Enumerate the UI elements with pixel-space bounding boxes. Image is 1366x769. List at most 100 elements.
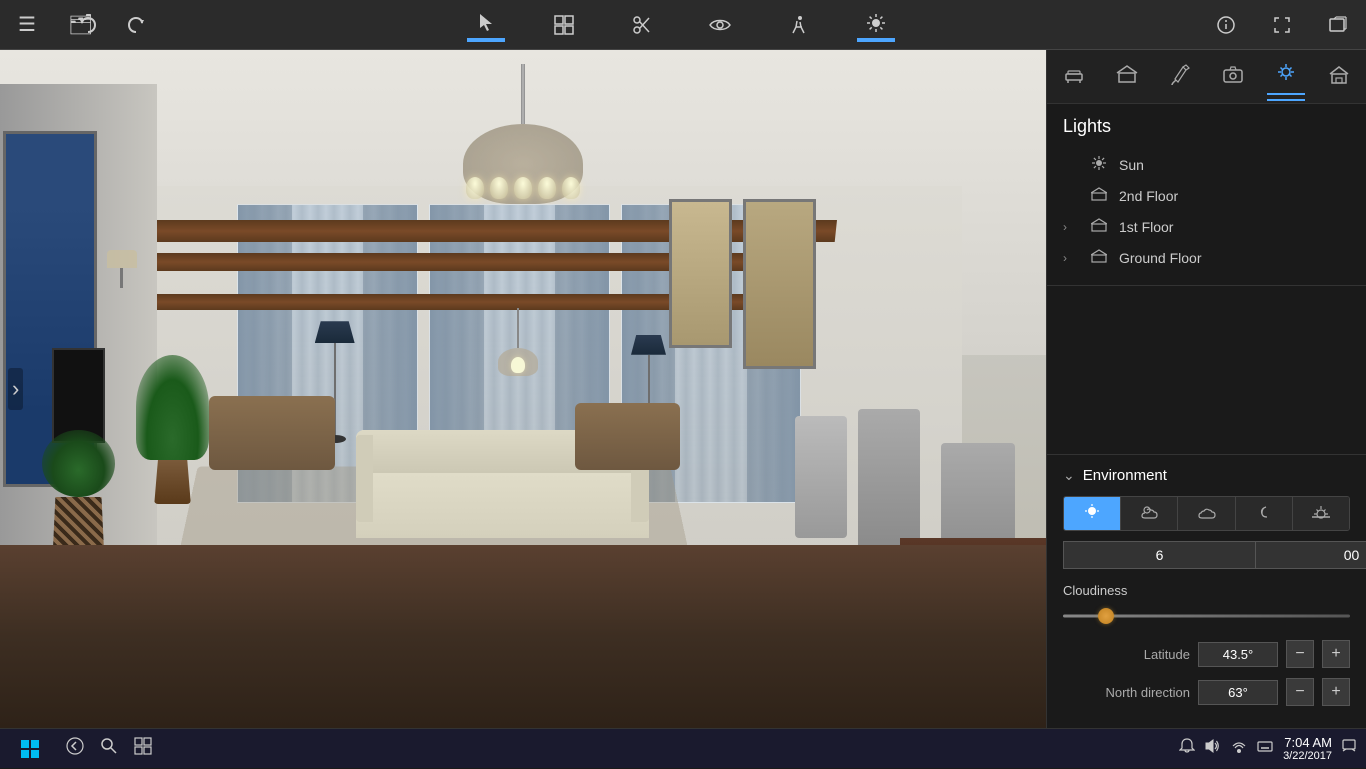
chandelier-rod (521, 64, 525, 124)
dining-chair-2 (858, 409, 921, 558)
lights-spacer (1047, 286, 1366, 454)
light-bulb-2 (490, 177, 508, 199)
menu-icon: ☰ (18, 12, 36, 37)
select-icon (475, 12, 497, 34)
north-direction-input[interactable] (1198, 680, 1278, 705)
panel-lighting-button[interactable] (1267, 58, 1305, 95)
lighting-icon (1275, 62, 1297, 84)
info-icon (1216, 15, 1236, 35)
sun-light-icon (1089, 155, 1109, 174)
time-hour-input[interactable] (1063, 541, 1256, 569)
furnish-icon (1063, 63, 1085, 85)
light-item-1st-floor[interactable]: › 1st Floor (1063, 211, 1350, 242)
north-direction-label: North direction (1063, 685, 1190, 700)
menu-button[interactable]: ☰ (10, 8, 44, 41)
sun-button[interactable] (857, 8, 895, 41)
nav-arrow-left[interactable]: › (8, 368, 23, 410)
keyboard-icon[interactable] (1257, 738, 1273, 759)
light-item-ground-floor[interactable]: › Ground Floor (1063, 242, 1350, 273)
panel-toolbar (1047, 50, 1366, 104)
redo-icon (126, 15, 146, 35)
notification-center-icon[interactable] (1342, 739, 1356, 758)
latitude-label: Latitude (1063, 647, 1190, 662)
plant-checkered (42, 430, 115, 552)
panel-structure-button[interactable] (1108, 59, 1146, 94)
latitude-input[interactable] (1198, 642, 1278, 667)
scissors-button[interactable] (623, 10, 661, 40)
time-minutes-input[interactable] (1256, 541, 1366, 569)
dining-chair-3 (795, 416, 847, 538)
latitude-minus-button[interactable]: − (1286, 640, 1314, 668)
start-button[interactable] (10, 729, 50, 769)
environment-section: ⌄ Environment (1047, 454, 1366, 728)
cloudiness-label: Cloudiness (1063, 583, 1350, 598)
view-button[interactable] (701, 10, 739, 40)
panel-paint-button[interactable] (1161, 59, 1199, 94)
panel-camera-button[interactable] (1214, 59, 1252, 94)
cloudiness-slider[interactable] (1063, 606, 1350, 626)
clear-day-button[interactable] (1064, 497, 1121, 530)
partly-cloudy-button[interactable] (1121, 497, 1178, 530)
light-bulb-1 (466, 177, 484, 199)
1st-floor-label: 1st Floor (1119, 219, 1173, 235)
light-bulb-4 (538, 177, 556, 199)
3d-button[interactable] (1320, 11, 1356, 39)
ceiling-beam-3 (79, 294, 763, 310)
latitude-plus-button[interactable]: + (1322, 640, 1350, 668)
sun-icon (865, 12, 887, 34)
paint-icon (1169, 63, 1191, 85)
cloudy-button[interactable] (1178, 497, 1235, 530)
panel-furnish-button[interactable] (1055, 59, 1093, 94)
armchair-right (575, 403, 680, 471)
1st-floor-expand[interactable]: › (1063, 220, 1079, 234)
objects-button[interactable] (545, 10, 583, 40)
task-view-button[interactable] (134, 737, 152, 760)
back-button[interactable] (66, 737, 84, 760)
north-minus-button[interactable]: − (1286, 678, 1314, 706)
env-header[interactable]: ⌄ Environment (1063, 467, 1350, 484)
ground-floor-expand[interactable]: › (1063, 251, 1079, 265)
sunset-button[interactable] (1293, 497, 1349, 530)
walk-icon (787, 14, 809, 36)
light-bulb-5 (562, 177, 580, 199)
fullscreen-icon (1272, 15, 1292, 35)
lights-section: Lights Sun 2nd Floor › 1st Floor (1047, 104, 1366, 286)
wall-sconce (102, 250, 141, 321)
walk-button[interactable] (779, 10, 817, 40)
exterior-icon (1328, 63, 1350, 85)
1st-floor-icon (1089, 217, 1109, 236)
undo-button[interactable] (70, 11, 106, 39)
clock-time: 7:04 AM (1283, 735, 1332, 750)
search-button[interactable] (100, 737, 118, 760)
floor (0, 545, 1046, 728)
scissors-icon (631, 14, 653, 36)
volume-icon[interactable] (1205, 738, 1221, 759)
select-button[interactable] (467, 8, 505, 41)
light-item-sun[interactable]: Sun (1063, 149, 1350, 180)
chandelier (450, 64, 596, 204)
undo-icon (78, 15, 98, 35)
night-button[interactable] (1236, 497, 1293, 530)
pendant-light (492, 308, 544, 376)
cloudiness-thumb[interactable] (1098, 608, 1114, 624)
panel-exterior-button[interactable] (1320, 59, 1358, 94)
2nd-floor-label: 2nd Floor (1119, 188, 1178, 204)
light-item-2nd-floor[interactable]: 2nd Floor (1063, 180, 1350, 211)
north-plus-button[interactable]: + (1322, 678, 1350, 706)
latitude-row: Latitude − + (1063, 640, 1350, 668)
3d-icon (1328, 15, 1348, 35)
viewport[interactable]: › (0, 50, 1046, 728)
artwork-back-1 (743, 199, 816, 369)
notification-icon[interactable] (1179, 738, 1195, 759)
info-button[interactable] (1208, 11, 1244, 39)
view-icon (709, 14, 731, 36)
objects-icon (553, 14, 575, 36)
network-icon[interactable] (1231, 738, 1247, 759)
2nd-floor-icon (1089, 186, 1109, 205)
redo-button[interactable] (118, 11, 154, 39)
fullscreen-button[interactable] (1264, 11, 1300, 39)
structure-icon (1116, 63, 1138, 85)
right-panel: Lights Sun 2nd Floor › 1st Floor (1046, 50, 1366, 728)
artwork-back-2 (669, 199, 732, 348)
ground-floor-label: Ground Floor (1119, 250, 1201, 266)
